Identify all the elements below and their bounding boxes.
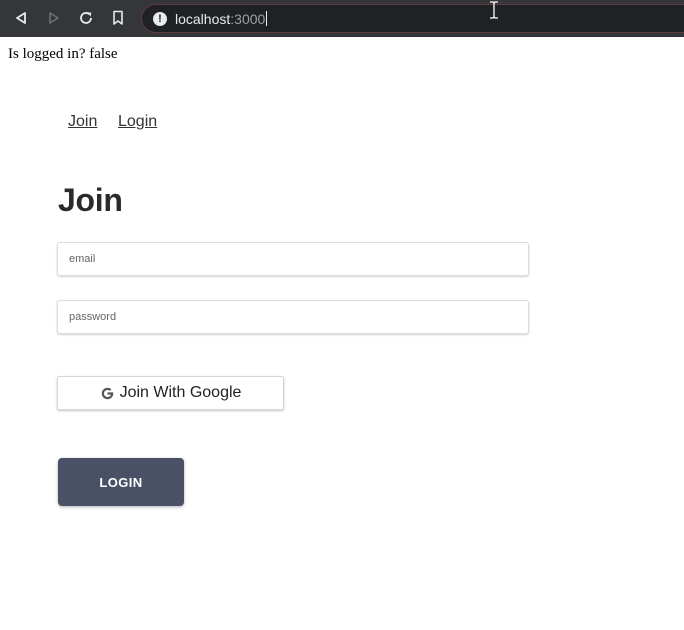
forward-arrow-icon[interactable] bbox=[44, 8, 64, 28]
reload-icon[interactable] bbox=[76, 8, 96, 28]
password-field[interactable] bbox=[57, 300, 529, 334]
nav-link-login[interactable]: Login bbox=[118, 113, 157, 131]
login-button[interactable]: LOGIN bbox=[58, 458, 184, 506]
browser-toolbar: ! localhost:3000 bbox=[0, 0, 684, 37]
nav-link-join[interactable]: Join bbox=[68, 113, 97, 131]
back-arrow-icon[interactable] bbox=[11, 8, 31, 28]
text-caret bbox=[266, 11, 268, 26]
email-field[interactable] bbox=[57, 242, 529, 276]
ibeam-cursor-icon bbox=[490, 1, 498, 19]
google-logo-icon bbox=[101, 387, 114, 399]
login-status-text: Is logged in? false bbox=[8, 46, 118, 62]
info-icon[interactable]: ! bbox=[153, 12, 167, 26]
google-button-label: Join With Google bbox=[119, 384, 242, 401]
join-with-google-button[interactable]: Join With Google bbox=[57, 376, 284, 410]
address-bar[interactable]: ! localhost:3000 bbox=[141, 4, 684, 33]
url-host: localhost bbox=[175, 11, 231, 27]
bookmark-icon[interactable] bbox=[108, 8, 128, 28]
url-text: localhost:3000 bbox=[175, 11, 268, 27]
page-title: Join bbox=[58, 182, 123, 218]
url-port: :3000 bbox=[230, 11, 266, 27]
